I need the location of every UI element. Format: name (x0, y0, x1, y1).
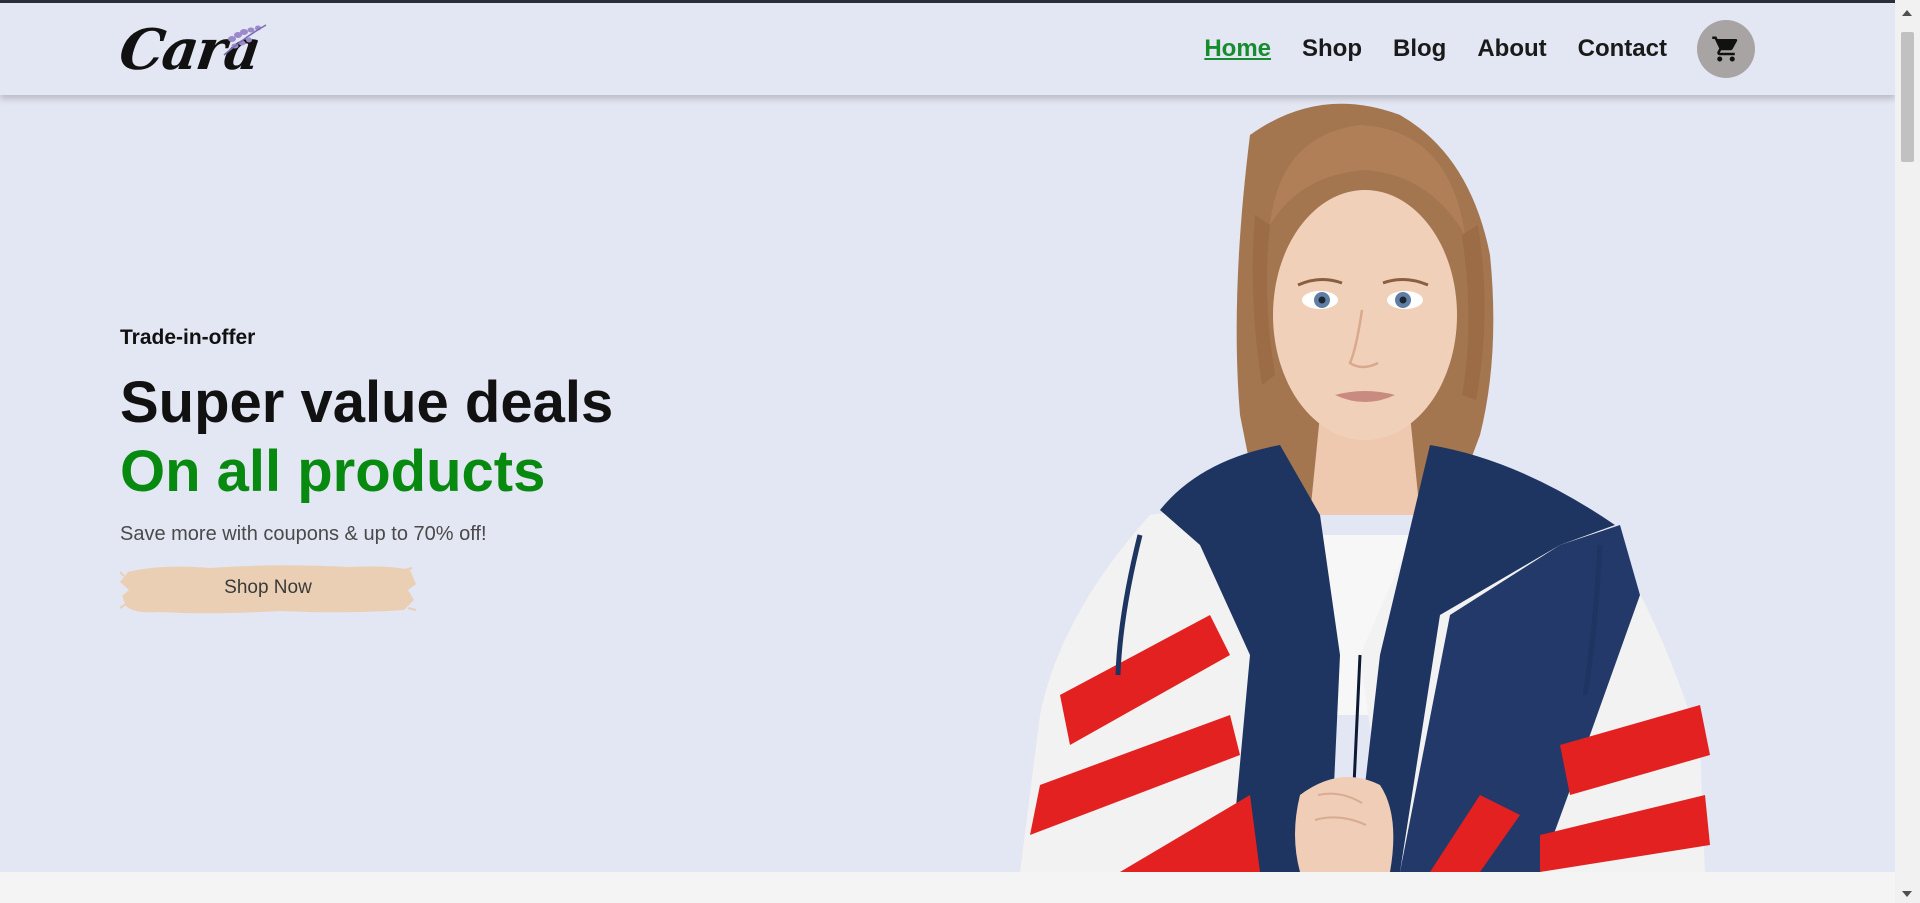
nav-about[interactable]: About (1477, 35, 1546, 63)
shop-now-button[interactable]: Shop Now (120, 560, 416, 616)
hero-section: Trade-in-offer Super value deals On all … (0, 95, 1895, 872)
next-section-edge (0, 872, 1895, 903)
main-nav: Home Shop Blog About Contact (1173, 17, 1755, 81)
nav-shop[interactable]: Shop (1302, 35, 1362, 63)
brand-logo[interactable]: Cara (115, 15, 280, 83)
shopping-cart-icon (1712, 36, 1738, 62)
page-scrollbar[interactable] (1895, 0, 1920, 903)
cart-button[interactable] (1697, 20, 1755, 78)
lavender-sprig-icon (223, 24, 267, 56)
site-header: Cara Home Shop Blog About Contact (0, 3, 1895, 95)
hero-subtext: Save more with coupons & up to 70% off! (120, 523, 487, 545)
nav-blog[interactable]: Blog (1393, 35, 1446, 63)
scroll-up-arrow-icon[interactable] (1902, 10, 1912, 16)
nav-home[interactable]: Home (1204, 35, 1271, 63)
hero-model-image (1020, 103, 1710, 872)
scroll-thumb[interactable] (1901, 32, 1914, 162)
hero-eyebrow: Trade-in-offer (120, 326, 256, 349)
scroll-down-arrow-icon[interactable] (1902, 891, 1912, 897)
hero-heading-accent: On all products (120, 439, 546, 504)
shop-now-label: Shop Now (224, 577, 312, 598)
nav-contact[interactable]: Contact (1578, 35, 1667, 63)
hero-heading: Super value deals (120, 370, 614, 435)
